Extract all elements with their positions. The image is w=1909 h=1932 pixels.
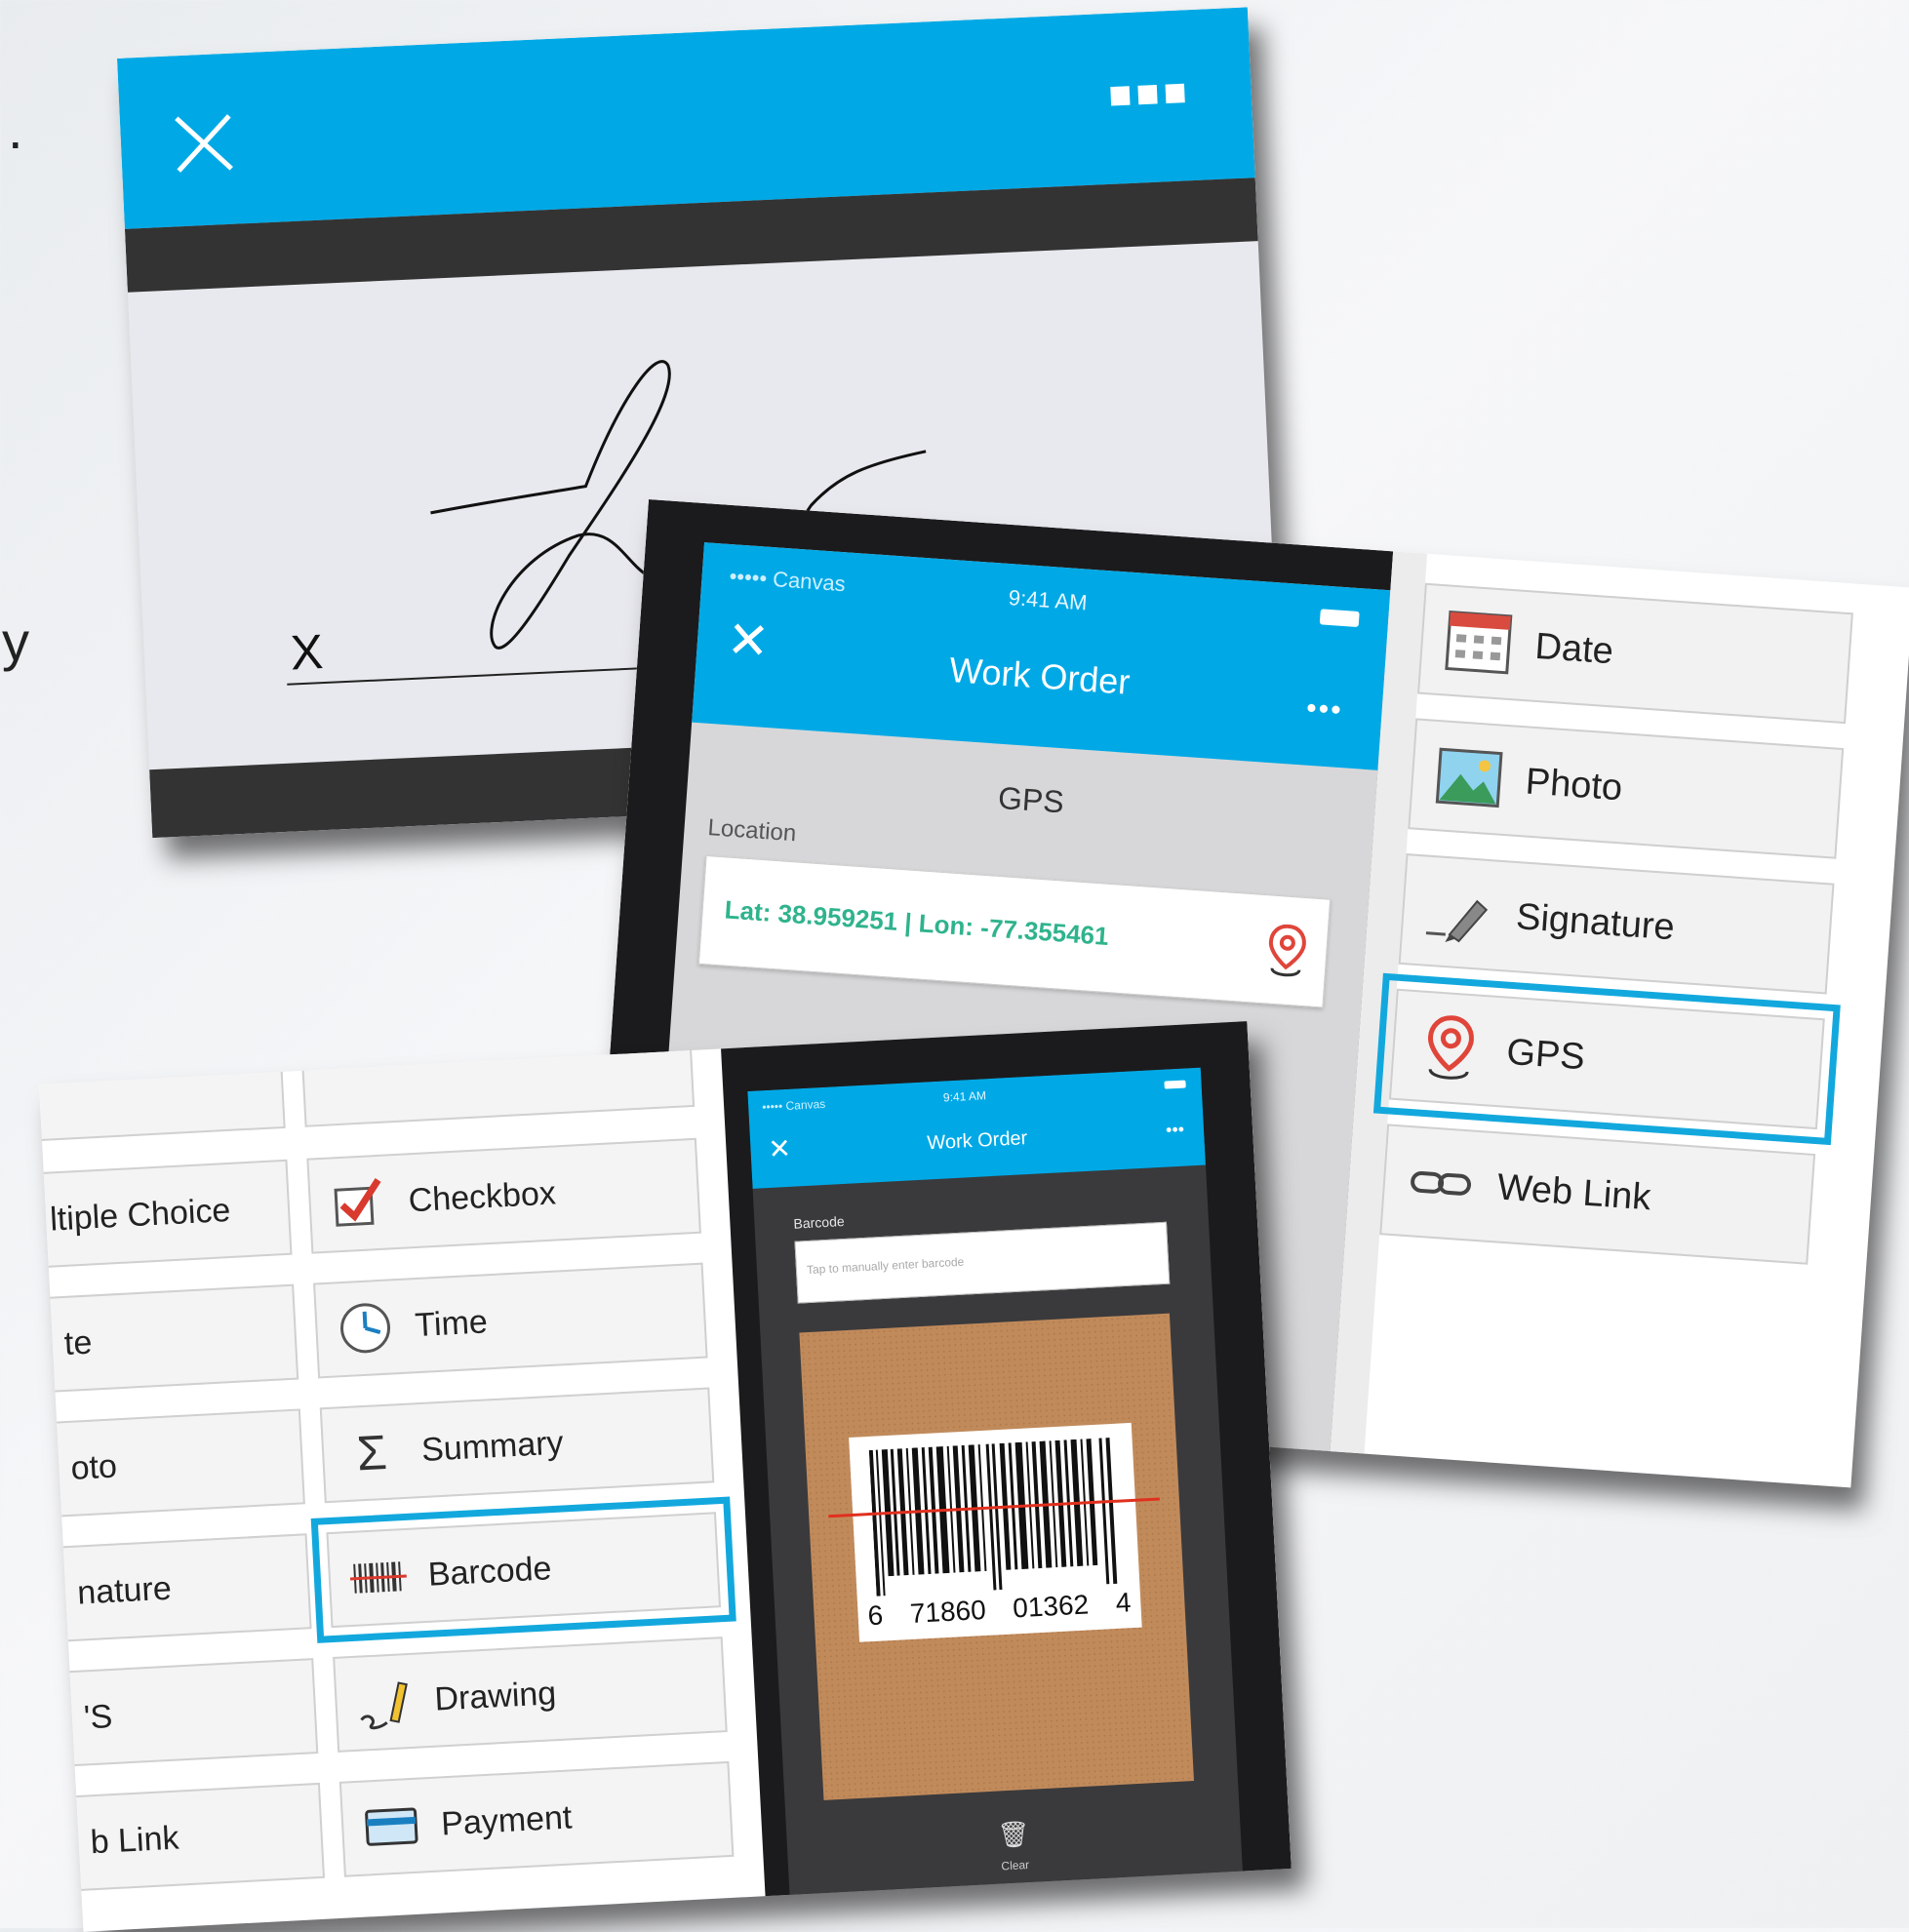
field-type-label: b Link	[89, 1819, 180, 1862]
field-type-label: Summary	[420, 1424, 565, 1469]
field-type-label: Payment	[440, 1798, 574, 1843]
field-type-drawing[interactable]: Drawing	[333, 1636, 728, 1753]
barcode-label-sticker: 6 71860 01362 4	[849, 1422, 1142, 1642]
field-type-label: Time	[414, 1303, 489, 1345]
sigma-icon: Σ	[355, 1424, 389, 1481]
field-type-web-link[interactable]: b Link	[39, 1782, 325, 1893]
phone-screen: ••••• Canvas 9:41 AM ✕ Work Order ••• Ba…	[747, 1067, 1244, 1905]
field-type-label: Barcode	[426, 1550, 553, 1594]
field-type-multiple-choice[interactable]: ltiple Choice	[39, 1159, 293, 1270]
field-type-label: Checkbox	[407, 1174, 557, 1220]
field-type-checkbox[interactable]: Checkbox	[306, 1137, 701, 1254]
barcode-panel: ltiple Choice te oto nature 'S b Link Ch…	[39, 1021, 1292, 1932]
edge-letter: y	[2, 611, 29, 672]
barcode-placeholder: Tap to manually enter barcode	[806, 1254, 965, 1278]
field-type-time[interactable]: Time	[313, 1262, 708, 1379]
field-type-label: Signature	[1514, 896, 1677, 949]
location-field[interactable]: Lat: 38.959251 | Lon: -77.355461	[697, 854, 1332, 1008]
barcode-digit-group: 6	[866, 1599, 885, 1632]
barcode-input[interactable]: Tap to manually enter barcode	[794, 1221, 1171, 1304]
field-type-label: te	[62, 1323, 94, 1362]
map-pin-icon[interactable]	[1265, 923, 1308, 980]
barcode-scanner-view[interactable]: 6 71860 01362 4	[799, 1313, 1194, 1800]
field-type-date[interactable]: Date	[1417, 582, 1853, 725]
close-icon[interactable]	[171, 110, 238, 177]
app-bar: ••••• Canvas 9:41 AM ✕ Work Order •••	[747, 1067, 1206, 1189]
barcode-icon	[349, 1561, 407, 1594]
card-icon	[365, 1807, 418, 1846]
more-icon[interactable]: •••	[1305, 692, 1344, 729]
app-bar: ••••• Canvas 9:41 AM ✕ Work Order •••	[692, 542, 1391, 770]
link-icon	[1411, 1170, 1472, 1196]
barcode-digit-group: 71860	[909, 1594, 987, 1629]
location-value: Lat: 38.959251 | Lon: -77.355461	[723, 894, 1110, 951]
calendar-icon	[1445, 611, 1513, 675]
battery-icon	[1319, 609, 1360, 628]
barcode-digit-group: 01362	[1012, 1589, 1090, 1624]
more-icon[interactable]: ■■■	[1107, 70, 1191, 118]
phone-frame: ••••• Canvas 9:41 AM ✕ Work Order ••• Ba…	[719, 1021, 1292, 1907]
pen-icon	[1425, 899, 1489, 943]
status-time: 9:41 AM	[942, 1088, 987, 1105]
app-title: Work Order	[926, 1127, 1028, 1155]
field-type-list: Date Photo Signature GPS Web Link	[1373, 582, 1853, 1289]
checkbox-icon	[334, 1178, 381, 1227]
barcode-image	[868, 1438, 1118, 1597]
field-type-label: Drawing	[433, 1675, 558, 1718]
sign-here-marker: X	[289, 624, 325, 681]
location-label: Location	[706, 814, 798, 848]
status-carrier: ••••• Canvas	[761, 1096, 826, 1115]
barcode-label: Barcode	[793, 1212, 846, 1232]
app-title: Work Order	[947, 649, 1132, 702]
battery-icon	[1164, 1080, 1186, 1089]
map-pin-icon	[1428, 1015, 1474, 1080]
field-type-gps[interactable]: 'S	[39, 1658, 319, 1769]
field-type-label: Photo	[1524, 761, 1624, 809]
field-type-signature[interactable]: nature	[39, 1533, 312, 1644]
status-time: 9:41 AM	[1008, 585, 1089, 615]
status-carrier: ••••• Canvas	[728, 563, 847, 597]
field-type-web-link[interactable]: Web Link	[1379, 1124, 1816, 1265]
field-type-label: nature	[76, 1569, 173, 1612]
field-type-label: Web Link	[1495, 1166, 1652, 1219]
field-type-barcode[interactable]: Barcode	[311, 1494, 736, 1646]
field-type-payment[interactable]: Payment	[338, 1760, 735, 1877]
field-type-gps[interactable]: GPS	[1373, 969, 1841, 1149]
field-type-photo[interactable]: oto	[39, 1408, 305, 1519]
field-type-signature[interactable]: Signature	[1398, 853, 1835, 995]
field-type-label: Date	[1533, 625, 1615, 673]
clock-icon	[340, 1303, 391, 1354]
field-type-label: GPS	[1505, 1031, 1587, 1079]
field-type-label: 'S	[83, 1697, 114, 1737]
photo-icon	[1435, 747, 1503, 808]
field-type-label: ltiple Choice	[49, 1191, 232, 1239]
edge-dot: .	[8, 99, 23, 160]
field-type-date[interactable]: te	[39, 1283, 299, 1395]
pencil-icon	[360, 1681, 408, 1730]
field-type-summary[interactable]: Σ Summary	[319, 1387, 715, 1504]
field-type-photo[interactable]: Photo	[1408, 718, 1845, 859]
more-icon[interactable]: •••	[1166, 1120, 1185, 1141]
field-type-partial[interactable]	[39, 1032, 286, 1144]
field-type-label: oto	[69, 1447, 118, 1487]
barcode-digit-group: 4	[1114, 1587, 1133, 1618]
